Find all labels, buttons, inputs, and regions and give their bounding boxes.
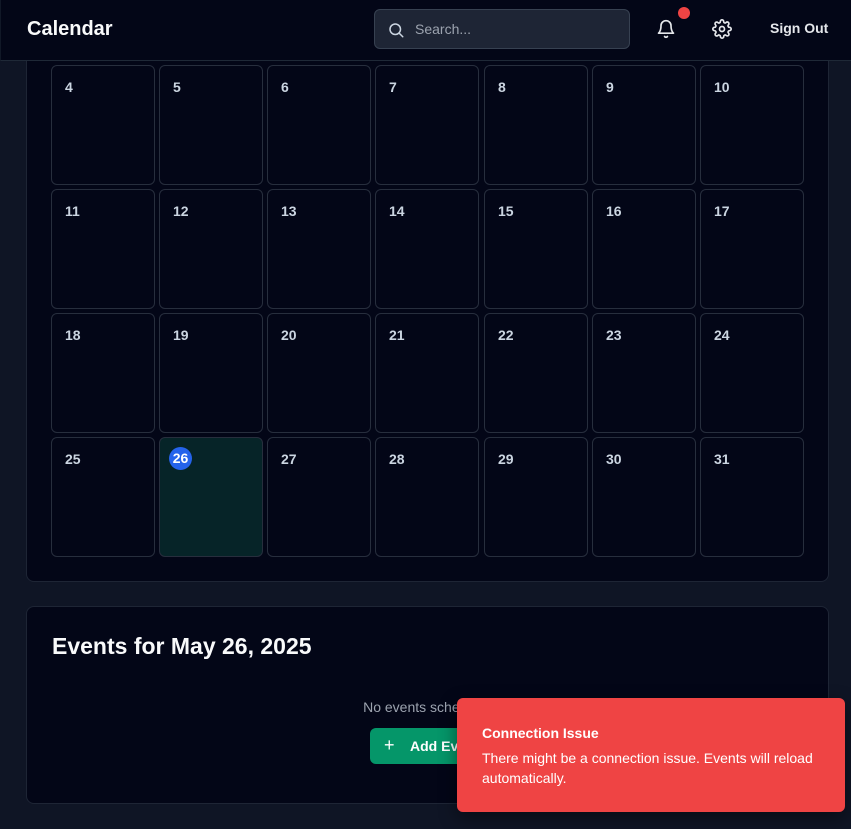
- calendar-day[interactable]: 20: [267, 313, 371, 433]
- day-number: 28: [389, 451, 405, 467]
- calendar-day[interactable]: 15: [484, 189, 588, 309]
- calendar-day[interactable]: 14: [375, 189, 479, 309]
- calendar-day[interactable]: 23: [592, 313, 696, 433]
- day-number: 14: [389, 203, 405, 219]
- notification-badge: [678, 7, 690, 19]
- day-number: 17: [714, 203, 730, 219]
- toast-message: There might be a connection issue. Event…: [482, 750, 813, 786]
- calendar-day[interactable]: 9: [592, 65, 696, 185]
- day-number: 12: [173, 203, 189, 219]
- calendar-day[interactable]: 30: [592, 437, 696, 557]
- bell-icon[interactable]: [656, 19, 676, 39]
- day-number: 11: [65, 203, 80, 219]
- calendar-day[interactable]: 4: [51, 65, 155, 185]
- calendar-card: 4 5 6 7 8 9 10 11 12 13 14 15 16 17 18 19 20 21 22 23 24 25 26…: [26, 40, 829, 582]
- app-root: 4 5 6 7 8 9 10 11 12 13 14 15 16 17 18 19 20 21 22 23 24 25 26…: [0, 0, 851, 829]
- day-number: 23: [606, 327, 622, 343]
- day-number: 13: [281, 203, 297, 219]
- calendar-day[interactable]: 24: [700, 313, 804, 433]
- calendar-day[interactable]: 7: [375, 65, 479, 185]
- calendar-day[interactable]: 10: [700, 65, 804, 185]
- day-number: 19: [173, 327, 189, 343]
- day-number: 4: [65, 79, 73, 95]
- calendar-day[interactable]: 21: [375, 313, 479, 433]
- plus-icon: +: [384, 735, 395, 755]
- day-number: 21: [389, 327, 405, 343]
- day-number: 27: [281, 451, 297, 467]
- day-number: 7: [389, 79, 397, 95]
- calendar-day[interactable]: 16: [592, 189, 696, 309]
- calendar-day[interactable]: 8: [484, 65, 588, 185]
- calendar-day[interactable]: 29: [484, 437, 588, 557]
- day-number: 24: [714, 327, 730, 343]
- day-number: 10: [714, 79, 730, 95]
- day-number: 9: [606, 79, 614, 95]
- day-number: 16: [606, 203, 622, 219]
- toast-title: Connection Issue: [482, 725, 599, 741]
- sign-out-button[interactable]: Sign Out: [770, 20, 828, 36]
- calendar-day[interactable]: 19: [159, 313, 263, 433]
- search-input[interactable]: [415, 10, 615, 48]
- day-number: 30: [606, 451, 622, 467]
- day-number: 26: [169, 447, 192, 470]
- calendar-day[interactable]: 27: [267, 437, 371, 557]
- day-number: 8: [498, 79, 506, 95]
- calendar-day[interactable]: 6: [267, 65, 371, 185]
- gear-icon[interactable]: [712, 19, 732, 39]
- day-number: 6: [281, 79, 289, 95]
- calendar-day[interactable]: 28: [375, 437, 479, 557]
- calendar-day[interactable]: 5: [159, 65, 263, 185]
- events-title: Events for May 26, 2025: [52, 633, 312, 659]
- day-number: 18: [65, 327, 81, 343]
- app-title: Calendar: [27, 18, 113, 40]
- top-header: Calendar Sign Out: [0, 0, 851, 61]
- search-box[interactable]: [374, 9, 630, 49]
- calendar-day[interactable]: 25: [51, 437, 155, 557]
- day-number: 22: [498, 327, 514, 343]
- calendar-day[interactable]: 31: [700, 437, 804, 557]
- day-number: 5: [173, 79, 181, 95]
- day-number: 15: [498, 203, 514, 219]
- calendar-day-today[interactable]: 26: [159, 437, 263, 557]
- search-icon: [389, 23, 404, 38]
- connection-toast[interactable]: Connection Issue There might be a connec…: [457, 698, 845, 812]
- day-number: 25: [65, 451, 81, 467]
- calendar-day[interactable]: 18: [51, 313, 155, 433]
- calendar-day[interactable]: 11: [51, 189, 155, 309]
- day-number: 20: [281, 327, 297, 343]
- calendar-day[interactable]: 17: [700, 189, 804, 309]
- day-number: 29: [498, 451, 514, 467]
- day-number: 31: [714, 451, 730, 467]
- calendar-day[interactable]: 22: [484, 313, 588, 433]
- calendar-day[interactable]: 12: [159, 189, 263, 309]
- calendar-day[interactable]: 13: [267, 189, 371, 309]
